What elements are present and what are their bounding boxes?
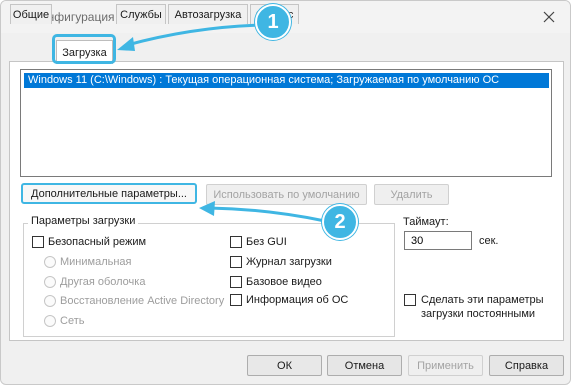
advanced-options-button[interactable]: Дополнительные параметры... <box>21 183 197 204</box>
os-boot-info-checkbox[interactable]: Информация об ОС <box>230 292 348 308</box>
timeout-input[interactable] <box>404 231 472 250</box>
apply-button[interactable]: Применить <box>408 355 483 376</box>
minimal-label: Минимальная <box>60 256 132 268</box>
persist-label: Сделать эти параметры загрузки постоянны… <box>421 294 544 320</box>
callout-arrow-1 <box>117 23 262 51</box>
cancel-button[interactable]: Отмена <box>327 355 402 376</box>
delete-button[interactable]: Удалить <box>374 184 449 205</box>
alternate-shell-radio[interactable]: Другая оболочка <box>44 274 145 290</box>
ad-repair-radio-circle[interactable] <box>44 295 56 307</box>
ok-button[interactable]: ОК <box>247 355 322 376</box>
ok-label: ОК <box>277 359 292 372</box>
delete-label: Удалить <box>390 188 433 201</box>
boot-os-list[interactable]: Windows 11 (C:\Windows) : Текущая операц… <box>20 69 552 177</box>
network-radio-circle[interactable] <box>44 315 56 327</box>
callout-badge-2: 2 <box>322 204 358 240</box>
no-gui-box[interactable] <box>230 236 242 248</box>
tab-general[interactable]: Общие <box>10 4 52 24</box>
help-label: Справка <box>504 359 549 372</box>
os-boot-info-label: Информация об ОС <box>246 294 349 306</box>
os-boot-info-box[interactable] <box>230 294 242 306</box>
boot-os-list-item[interactable]: Windows 11 (C:\Windows) : Текущая операц… <box>24 73 549 88</box>
safe-mode-label: Безопасный режим <box>48 236 147 248</box>
boot-options-legend: Параметры загрузки <box>28 215 139 227</box>
no-gui-checkbox[interactable]: Без GUI <box>230 234 287 250</box>
network-radio[interactable]: Сеть <box>44 313 84 329</box>
apply-label: Применить <box>417 359 474 372</box>
boot-log-label: Журнал загрузки <box>246 256 332 268</box>
persist-checkbox[interactable] <box>404 294 416 306</box>
minimal-radio-circle[interactable] <box>44 256 56 268</box>
alternate-shell-radio-circle[interactable] <box>44 276 56 288</box>
safe-mode-box[interactable] <box>32 236 44 248</box>
cancel-label: Отмена <box>344 359 385 372</box>
minimal-radio[interactable]: Минимальная <box>44 254 132 270</box>
help-button[interactable]: Справка <box>489 355 564 376</box>
base-video-label: Базовое видео <box>246 276 322 288</box>
ad-repair-radio[interactable]: Восстановление Active Directory <box>44 293 224 309</box>
boot-log-box[interactable] <box>230 256 242 268</box>
base-video-box[interactable] <box>230 276 242 288</box>
system-configuration-window: Конфигурация системы Общие Загрузка Служ… <box>0 0 571 385</box>
callout-arrow-2 <box>199 201 326 223</box>
advanced-options-label: Дополнительные параметры... <box>31 187 187 200</box>
safe-mode-checkbox[interactable]: Безопасный режим <box>32 234 146 250</box>
network-label: Сеть <box>60 315 85 327</box>
boot-tab-highlight <box>52 34 116 64</box>
tab-general-label: Общие <box>12 8 50 21</box>
ad-repair-label: Восстановление Active Directory <box>60 295 225 307</box>
alternate-shell-label: Другая оболочка <box>60 276 146 288</box>
timeout-label: Таймаут: <box>403 216 449 228</box>
callout-badge-1: 1 <box>255 4 291 40</box>
base-video-checkbox[interactable]: Базовое видео <box>230 274 322 290</box>
boot-log-checkbox[interactable]: Журнал загрузки <box>230 254 332 270</box>
close-icon[interactable] <box>536 5 562 29</box>
timeout-unit: сек. <box>479 235 499 247</box>
no-gui-label: Без GUI <box>246 236 287 248</box>
